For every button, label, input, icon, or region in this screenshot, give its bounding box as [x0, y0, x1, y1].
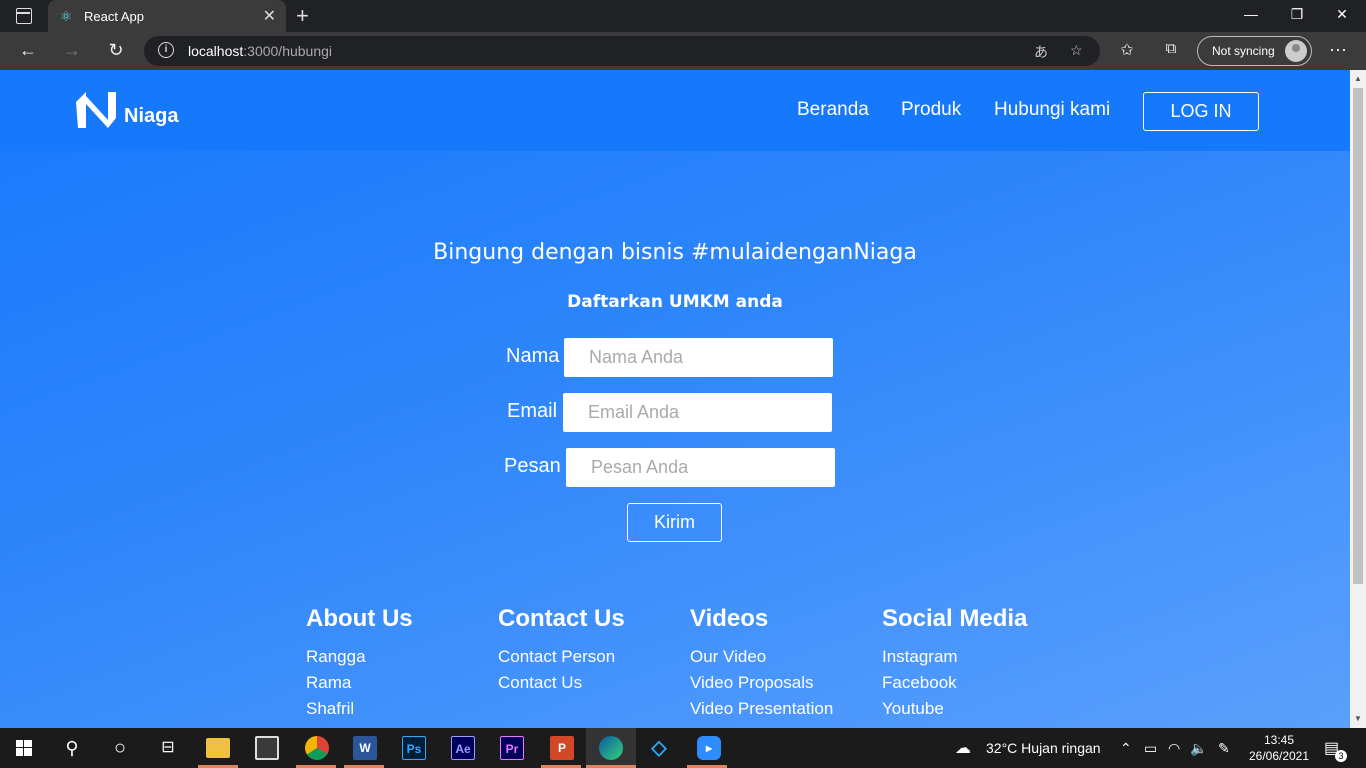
footer-heading: Videos: [690, 605, 769, 632]
forward-icon[interactable]: →: [61, 40, 83, 61]
browser-tab-bar: ⚛ React App ✕ + — ❐ ✕: [0, 0, 1366, 32]
tab-actions-icon[interactable]: [16, 8, 32, 24]
weather-text[interactable]: 32°C Hujan ringan: [986, 740, 1101, 756]
search-icon[interactable]: ⚲: [60, 736, 84, 760]
url-text[interactable]: localhost:3000/hubungi: [188, 43, 332, 59]
close-window-icon[interactable]: ✕: [1332, 6, 1352, 23]
footer-heading: About Us: [306, 605, 413, 632]
translate-icon[interactable]: あ: [1034, 42, 1048, 62]
page-headline: Bingung dengan bisnis #mulaidenganNiaga: [433, 240, 917, 265]
clock-time: 13:45: [1263, 733, 1295, 747]
edge-icon[interactable]: [599, 736, 623, 760]
windows-taskbar: ⚲ ○ ⊟ W Ps Ae Pr P ◇ ▸ ☁ 32°C Hujan ring…: [0, 728, 1366, 768]
footer-link[interactable]: Youtube: [882, 699, 1027, 725]
kirim-button[interactable]: Kirim: [627, 503, 722, 542]
back-icon[interactable]: ←: [17, 40, 39, 61]
page-content: Niaga Beranda Produk Hubungi kami LOG IN…: [0, 70, 1350, 728]
tab-title: React App: [84, 9, 144, 24]
footer-link[interactable]: Shafril: [306, 699, 413, 725]
powerpoint-icon[interactable]: P: [550, 736, 574, 760]
favorites-icon[interactable]: ✩: [1116, 40, 1138, 60]
clock-date: 26/06/2021: [1248, 749, 1310, 763]
windows-start-icon[interactable]: [16, 740, 32, 756]
nama-input[interactable]: [564, 338, 833, 377]
more-menu-icon[interactable]: ⋯: [1327, 40, 1349, 61]
close-tab-icon[interactable]: ✕: [263, 6, 276, 26]
react-favicon-icon: ⚛: [59, 8, 73, 24]
chrome-icon[interactable]: [305, 736, 329, 760]
pesan-input[interactable]: [566, 448, 835, 487]
add-favorite-icon[interactable]: ☆: [1070, 42, 1083, 59]
file-explorer-icon[interactable]: [206, 738, 230, 758]
photoshop-icon[interactable]: Ps: [402, 736, 426, 760]
site-info-icon[interactable]: i: [158, 42, 174, 58]
zoom-icon[interactable]: ▸: [697, 736, 721, 760]
nav-hubungi-kami[interactable]: Hubungi kami: [994, 99, 1110, 121]
vscode-icon[interactable]: ◇: [647, 736, 671, 760]
nav-beranda[interactable]: Beranda: [797, 99, 869, 121]
footer-link[interactable]: Our Video: [690, 647, 833, 673]
new-tab-icon[interactable]: +: [296, 3, 309, 29]
brand-name[interactable]: Niaga: [124, 105, 178, 128]
notification-count-badge: 3: [1335, 750, 1347, 762]
email-label: Email: [507, 400, 558, 422]
sync-label: Not syncing: [1212, 44, 1275, 58]
footer-heading: Social Media: [882, 605, 1028, 632]
nama-label: Nama: [506, 345, 560, 367]
refresh-icon[interactable]: ↻: [105, 40, 127, 61]
task-view-icon[interactable]: ⊟: [156, 736, 180, 760]
footer-contact-column: Contact Us Contact Person Contact Us: [498, 605, 625, 699]
store-icon[interactable]: [255, 736, 279, 760]
volume-icon[interactable]: 🔈: [1190, 740, 1207, 757]
pen-icon[interactable]: ✎: [1218, 740, 1230, 757]
battery-icon[interactable]: ▭: [1144, 740, 1157, 757]
footer-about-column: About Us Rangga Rama Shafril: [306, 605, 413, 725]
avatar: [1285, 40, 1307, 62]
footer-link[interactable]: Video Presentation: [690, 699, 833, 725]
footer-link[interactable]: Rama: [306, 673, 413, 699]
cortana-icon[interactable]: ○: [108, 736, 132, 760]
scroll-up-icon[interactable]: ▲: [1353, 74, 1363, 83]
system-clock[interactable]: 13:45 26/06/2021: [1248, 732, 1310, 764]
collections-icon[interactable]: ⧉: [1160, 40, 1182, 57]
show-hidden-icons-icon[interactable]: ⌃: [1120, 740, 1132, 757]
page-subheadline: Daftarkan UMKM anda: [567, 292, 783, 312]
footer-videos-column: Videos Our Video Video Proposals Video P…: [690, 605, 833, 725]
footer-link[interactable]: Contact Person: [498, 647, 625, 673]
footer-link[interactable]: Instagram: [882, 647, 1027, 673]
minimize-icon[interactable]: —: [1241, 6, 1261, 22]
profile-sync-button[interactable]: Not syncing: [1197, 36, 1312, 66]
nav-produk[interactable]: Produk: [901, 99, 961, 121]
wifi-icon[interactable]: ◠: [1168, 740, 1180, 757]
scroll-thumb[interactable]: [1353, 88, 1363, 584]
after-effects-icon[interactable]: Ae: [451, 736, 475, 760]
address-toolbar: ← → ↻ i localhost:3000/hubungi あ ☆ ✩ ⧉ N…: [0, 32, 1366, 70]
footer-link[interactable]: Contact Us: [498, 673, 625, 699]
footer-link[interactable]: Video Proposals: [690, 673, 833, 699]
login-button[interactable]: LOG IN: [1143, 92, 1259, 131]
scroll-down-icon[interactable]: ▼: [1353, 714, 1363, 723]
weather-cloud-icon[interactable]: ☁: [955, 738, 971, 758]
niaga-logo-icon[interactable]: [74, 90, 120, 130]
footer-heading: Contact Us: [498, 605, 625, 632]
page-scrollbar[interactable]: ▲ ▼: [1350, 70, 1366, 728]
site-navbar: Niaga Beranda Produk Hubungi kami LOG IN: [0, 70, 1350, 151]
restore-icon[interactable]: ❐: [1287, 6, 1307, 23]
footer-link[interactable]: Rangga: [306, 647, 413, 673]
browser-tab[interactable]: ⚛ React App ✕: [48, 0, 286, 32]
footer-social-column: Social Media Instagram Facebook Youtube: [882, 605, 1027, 725]
pesan-label: Pesan: [504, 455, 561, 477]
footer-link[interactable]: Facebook: [882, 673, 1027, 699]
email-input[interactable]: [563, 393, 832, 432]
address-bar[interactable]: i localhost:3000/hubungi あ ☆: [144, 36, 1100, 66]
word-icon[interactable]: W: [353, 736, 377, 760]
premiere-icon[interactable]: Pr: [500, 736, 524, 760]
